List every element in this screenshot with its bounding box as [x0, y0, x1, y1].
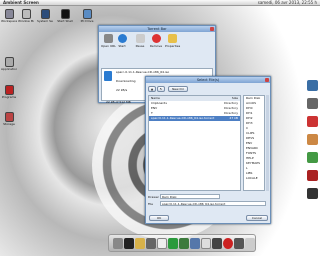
file-field[interactable]: sparc0.11.1-Rescue-CD-x86_64.iso.torrent: [160, 201, 266, 206]
mail-icon[interactable]: [307, 98, 318, 109]
pc-drive-icon[interactable]: PC Drive: [79, 9, 95, 23]
file-label: File: [148, 202, 154, 206]
media-icon[interactable]: [212, 238, 222, 249]
programs-icon[interactable]: Programs: [1, 85, 17, 99]
pause-button[interactable]: Pause: [133, 34, 147, 48]
start-shell-icon[interactable]: Start Shell: [57, 9, 73, 23]
drawer-label: Drawer: [148, 195, 159, 199]
clock: samedi, 06 avr 2013, 22:55 h: [257, 0, 317, 5]
ok-button[interactable]: OK: [149, 215, 169, 221]
volume-list[interactable]: Ram Disk AmiOS DH0 DH1 DH2 DH3 C CLIPS D…: [243, 95, 265, 191]
bottom-dock: [108, 234, 256, 252]
right-dock: [307, 80, 319, 204]
mail-icon[interactable]: [201, 238, 211, 249]
volume-item[interactable]: LOCALE: [244, 176, 264, 181]
screen-title: Ambient Screen: [3, 0, 39, 5]
shell-icon[interactable]: [124, 238, 134, 249]
photos-icon[interactable]: [307, 152, 318, 163]
editor-icon[interactable]: [179, 238, 189, 249]
terminal-icon[interactable]: [307, 188, 318, 199]
paint-icon[interactable]: [135, 238, 145, 249]
chat-icon[interactable]: [307, 170, 318, 181]
settings-icon[interactable]: [113, 238, 123, 249]
arrow-icon[interactable]: [245, 238, 255, 249]
remove-button[interactable]: Remove: [149, 34, 163, 48]
new-dir-button[interactable]: New Dir: [168, 86, 188, 92]
file-list[interactable]: Name Size Clipboards Directory ENV Director…: [148, 95, 241, 191]
window-manager-icon[interactable]: Window Manager: [18, 9, 34, 23]
refresh-button[interactable]: ↻: [157, 86, 165, 92]
list-item-selected[interactable]: sparc0.11.1-Rescue-CD-x86_64.iso.torrent…: [149, 116, 240, 121]
start-button[interactable]: Start: [115, 34, 129, 48]
volume-scrollbar[interactable]: [266, 95, 269, 191]
tools-icon[interactable]: [190, 238, 200, 249]
close-icon[interactable]: [210, 27, 214, 31]
parent-dir-button[interactable]: ▲: [148, 86, 156, 92]
applications-icon[interactable]: Applications: [1, 57, 17, 71]
filer-icon[interactable]: [157, 238, 167, 249]
cancel-button[interactable]: Cancel: [246, 215, 268, 221]
player-icon[interactable]: [307, 116, 318, 127]
browser-icon[interactable]: [307, 80, 318, 91]
user-icon[interactable]: [307, 134, 318, 145]
gear-icon[interactable]: [146, 238, 156, 249]
close-icon[interactable]: [265, 78, 269, 82]
clock-icon[interactable]: [168, 238, 178, 249]
record-icon[interactable]: [223, 238, 233, 249]
storage-icon[interactable]: Storage: [1, 112, 17, 126]
system-settings-icon[interactable]: System Settings: [37, 9, 53, 23]
properties-button[interactable]: Properties: [165, 34, 180, 48]
torrent-window-title[interactable]: Torrent Bar: [99, 26, 215, 32]
select-file-window: Select File(s) New Dir ▲ ↻ Name Size Clip…: [145, 76, 271, 224]
download-name: sparc-0.11.1-Rescue-CD-x86_64.iso: [116, 70, 170, 74]
select-file-title[interactable]: Select File(s): [146, 77, 270, 83]
workspace-icon[interactable]: Workspace: [1, 9, 17, 23]
prefs-icon[interactable]: [234, 238, 244, 249]
top-menu-bar: Ambient Screen samedi, 06 avr 2013, 22:5…: [0, 0, 320, 6]
torrent-file-icon: [104, 71, 112, 81]
open-url-button[interactable]: Open URL: [101, 34, 116, 48]
drawer-field[interactable]: Ram Disk:: [160, 194, 220, 199]
